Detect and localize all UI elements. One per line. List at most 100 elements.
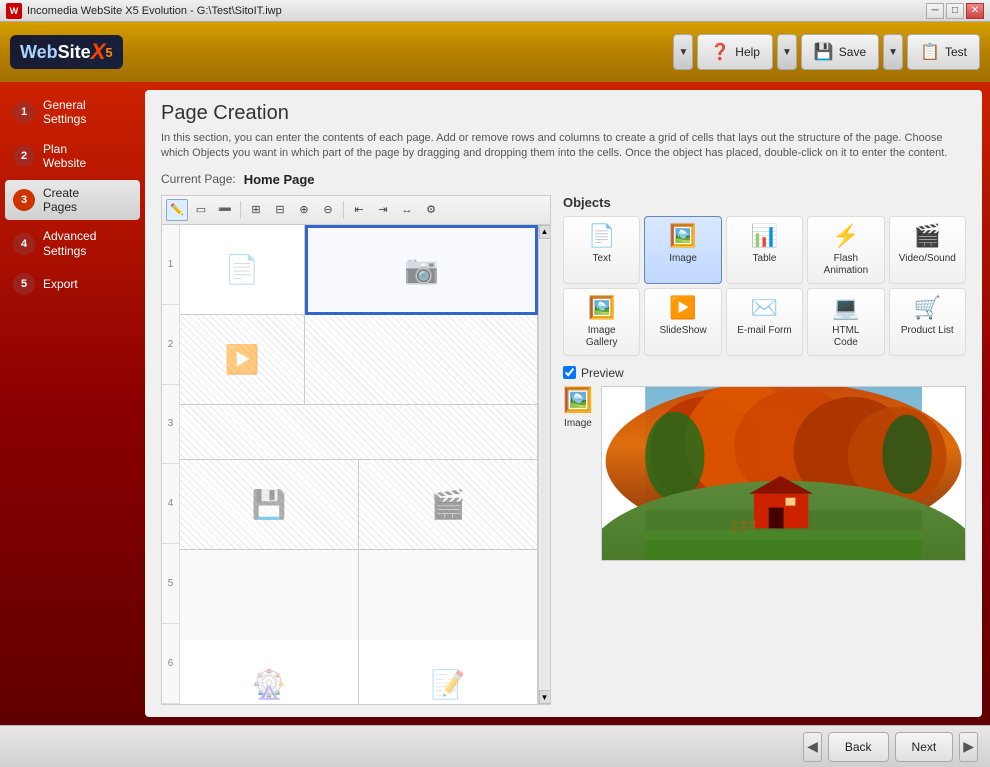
cell-2-1[interactable]: ▶️ <box>180 315 305 405</box>
window-controls: ─ □ ✕ <box>926 3 984 19</box>
cell-5-1[interactable] <box>180 550 359 640</box>
tool-rect[interactable]: ▭ <box>190 199 212 221</box>
cell-5-2[interactable] <box>359 550 538 640</box>
table-icon: 📊 <box>751 223 778 249</box>
tool-align-left[interactable]: ⇤ <box>348 199 370 221</box>
grid-row-2: ▶️ <box>180 315 538 405</box>
sidebar-num-2: 2 <box>13 145 35 167</box>
text-icon: 📄 <box>588 223 615 249</box>
back-arrow[interactable]: ◀ <box>803 732 822 762</box>
product-icon: 🛒 <box>914 295 941 321</box>
help-icon: ❓ <box>710 42 730 62</box>
object-flash[interactable]: ⚡ FlashAnimation <box>807 216 884 284</box>
cell-3-1[interactable] <box>180 405 538 460</box>
cell-1-1[interactable]: 📄 <box>180 225 305 315</box>
flash-label: FlashAnimation <box>824 253 868 277</box>
row-num-6: 6 <box>162 624 179 704</box>
sidebar-item-export[interactable]: 5 Export <box>5 267 140 301</box>
row-numbers: 1 2 3 4 5 6 <box>162 225 180 704</box>
tool-remove-row[interactable]: ⊖ <box>317 199 339 221</box>
object-video[interactable]: 🎬 Video/Sound <box>889 216 966 284</box>
app-icon: W <box>6 3 22 19</box>
object-slideshow[interactable]: ▶️ SlideShow <box>644 288 721 356</box>
content-area: Page Creation In this section, you can e… <box>145 90 982 717</box>
object-table[interactable]: 📊 Table <box>726 216 803 284</box>
sidebar-item-advanced[interactable]: 4 AdvancedSettings <box>5 223 140 264</box>
preview-area: 🖼️ Image <box>563 386 966 561</box>
tool-add-row[interactable]: ⊕ <box>293 199 315 221</box>
cell-icon-1-2: 📷 <box>404 253 439 286</box>
cell-1-2[interactable]: 📷 <box>305 225 538 315</box>
gallery-label: ImageGallery <box>586 325 618 349</box>
object-image[interactable]: 🖼️ Image <box>644 216 721 284</box>
product-label: Product List <box>901 325 954 337</box>
row-num-5: 5 <box>162 544 179 624</box>
editor-area: ✏️ ▭ ➖ ⊞ ⊟ ⊕ ⊖ ⇤ ⇥ ↔ ⚙ 1 <box>161 195 966 705</box>
tool-minus-row[interactable]: ➖ <box>214 199 236 221</box>
tool-align-center[interactable]: ↔ <box>396 199 418 221</box>
cell-icon-6-2: 📝 <box>431 668 466 701</box>
help-button[interactable]: ❓ Help <box>697 34 773 70</box>
objects-panel: Objects 📄 Text 🖼️ Image 📊 Ta <box>563 195 966 705</box>
grid-editor: ✏️ ▭ ➖ ⊞ ⊟ ⊕ ⊖ ⇤ ⇥ ↔ ⚙ 1 <box>161 195 551 705</box>
grid-row-6: 🎡 📝 <box>180 640 538 704</box>
cell-icon-2-1: ▶️ <box>225 343 260 376</box>
next-button[interactable]: Next <box>895 732 954 762</box>
tool-properties[interactable]: ⚙ <box>420 199 442 221</box>
scroll-track[interactable] <box>540 240 550 689</box>
tool-pencil[interactable]: ✏️ <box>166 199 188 221</box>
cell-6-2[interactable]: 📝 <box>359 640 538 704</box>
cell-6-1[interactable]: 🎡 <box>180 640 359 704</box>
object-html[interactable]: 💻 HTMLCode <box>807 288 884 356</box>
sidebar-item-plan[interactable]: 2 PlanWebsite <box>5 136 140 177</box>
tool-align-right[interactable]: ⇥ <box>372 199 394 221</box>
preview-obj-label: Image <box>564 418 592 429</box>
test-dropdown-arrow[interactable]: ▼ <box>883 34 903 70</box>
preview-obj-icon: 🖼️ <box>563 386 593 415</box>
test-button[interactable]: 📋 Test <box>907 34 980 70</box>
sidebar-item-create[interactable]: 3 CreatePages <box>5 180 140 221</box>
save-button[interactable]: 💾 Save <box>801 34 879 70</box>
grid-scrollbar: ▲ ▼ <box>538 225 550 704</box>
sidebar-label-plan: PlanWebsite <box>43 142 86 171</box>
bottom-bar: ◀ Back Next ▶ <box>0 725 990 767</box>
grid-content: 1 2 3 4 5 6 📄 <box>162 225 550 704</box>
maximize-button[interactable]: □ <box>946 3 964 19</box>
minimize-button[interactable]: ─ <box>926 3 944 19</box>
preview-checkbox[interactable] <box>563 366 576 379</box>
page-description: In this section, you can enter the conte… <box>161 131 966 162</box>
object-text[interactable]: 📄 Text <box>563 216 640 284</box>
cell-4-2[interactable]: 🎬 <box>359 460 538 550</box>
scroll-down-btn[interactable]: ▼ <box>539 690 551 704</box>
cell-4-1[interactable]: 💾 <box>180 460 359 550</box>
objects-title: Objects <box>563 195 966 210</box>
text-label: Text <box>593 253 611 265</box>
main-layout: 1 GeneralSettings 2 PlanWebsite 3 Create… <box>0 82 990 725</box>
sidebar-item-general[interactable]: 1 GeneralSettings <box>5 92 140 133</box>
tool-remove-col[interactable]: ⊟ <box>269 199 291 221</box>
email-label: E-mail Form <box>737 325 791 337</box>
gallery-icon: 🖼️ <box>588 295 615 321</box>
close-button[interactable]: ✕ <box>966 3 984 19</box>
sidebar-num-5: 5 <box>13 273 35 295</box>
help-dropdown-arrow[interactable]: ▼ <box>673 34 693 70</box>
objects-grid: 📄 Text 🖼️ Image 📊 Table ⚡ <box>563 216 966 356</box>
sidebar-label-export: Export <box>43 277 78 291</box>
sidebar-num-4: 4 <box>13 233 35 255</box>
scroll-up-btn[interactable]: ▲ <box>539 225 551 239</box>
object-gallery[interactable]: 🖼️ ImageGallery <box>563 288 640 356</box>
html-label: HTMLCode <box>832 325 859 349</box>
current-page-label: Current Page: <box>161 172 236 186</box>
save-dropdown-arrow[interactable]: ▼ <box>777 34 797 70</box>
cell-2-2[interactable] <box>305 315 538 405</box>
title-bar: W Incomedia WebSite X5 Evolution - G:\Te… <box>0 0 990 22</box>
back-button[interactable]: Back <box>828 732 889 762</box>
preview-label: Preview <box>581 366 624 380</box>
tool-add-col[interactable]: ⊞ <box>245 199 267 221</box>
next-arrow[interactable]: ▶ <box>959 732 978 762</box>
object-product[interactable]: 🛒 Product List <box>889 288 966 356</box>
page-title: Page Creation <box>161 102 966 125</box>
preview-section: Preview 🖼️ Image <box>563 366 966 561</box>
row-num-2: 2 <box>162 305 179 385</box>
object-email[interactable]: ✉️ E-mail Form <box>726 288 803 356</box>
